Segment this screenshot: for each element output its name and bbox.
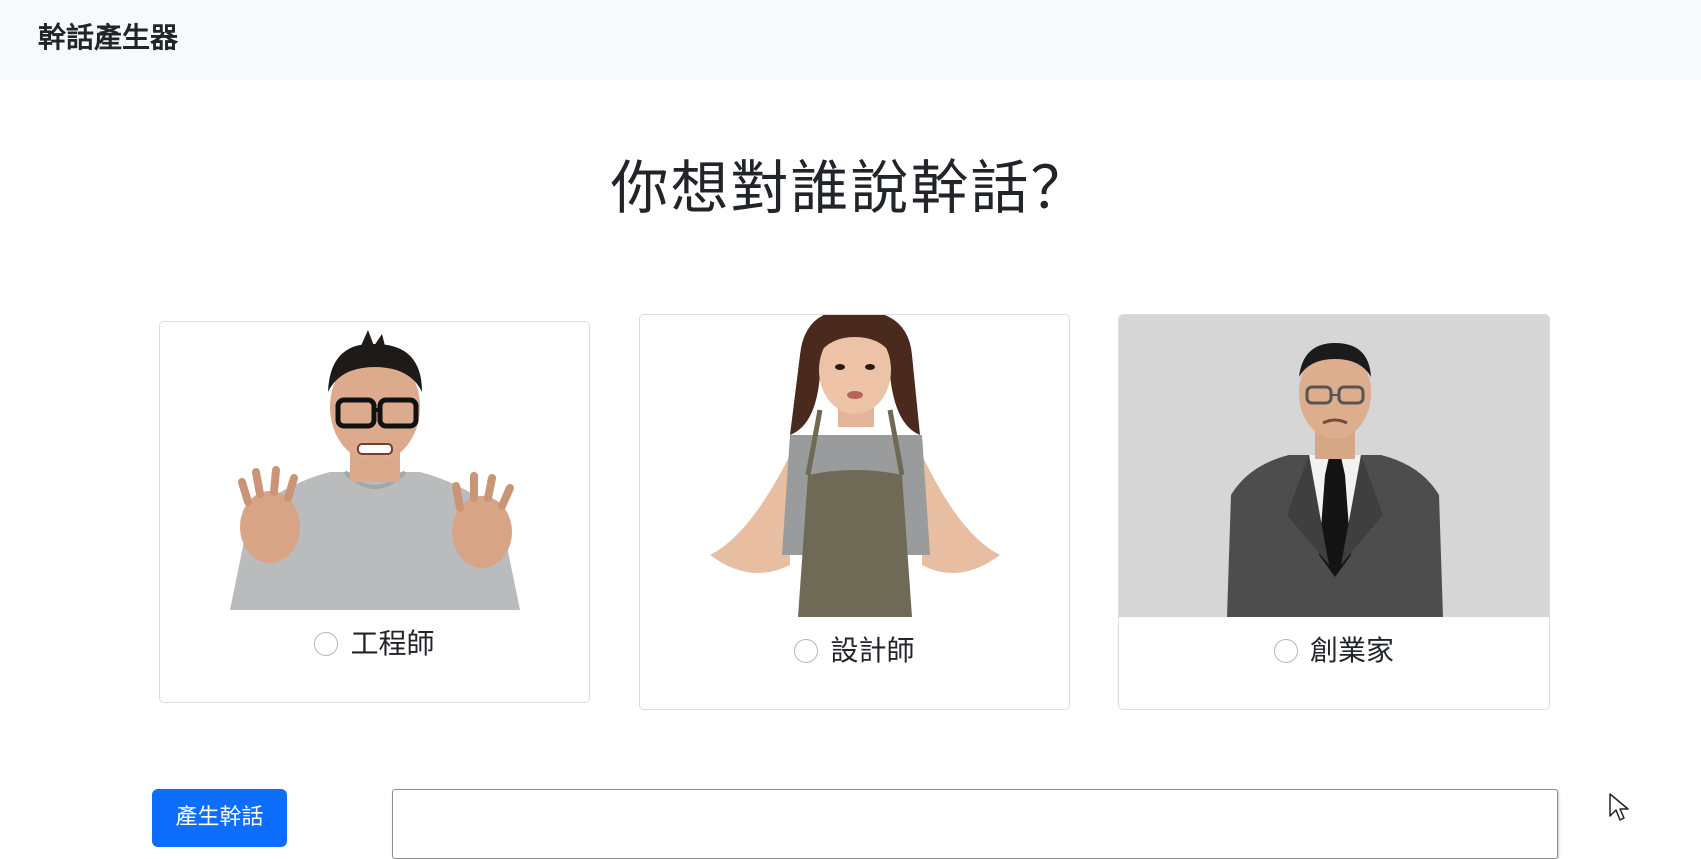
designer-photo xyxy=(640,315,1069,617)
target-option-engineer[interactable]: 工程師 xyxy=(160,622,589,666)
target-card-designer[interactable]: 設計師 xyxy=(639,314,1070,710)
target-label-entrepreneur: 創業家 xyxy=(1309,634,1394,667)
target-card-entrepreneur[interactable]: 創業家 xyxy=(1118,314,1550,710)
output-field[interactable] xyxy=(392,789,1558,859)
radio-designer[interactable] xyxy=(794,639,819,663)
generate-button[interactable]: 產生幹話 xyxy=(152,789,287,847)
navbar: 幹話產生器 xyxy=(0,0,1701,80)
radio-engineer[interactable] xyxy=(314,632,339,656)
navbar-brand[interactable]: 幹話產生器 xyxy=(38,18,178,58)
target-option-designer[interactable]: 設計師 xyxy=(640,629,1069,673)
page-title: 你想對誰說幹話？ xyxy=(610,154,1091,222)
target-card-engineer[interactable]: 工程師 xyxy=(159,321,590,703)
mouse-cursor-icon xyxy=(1609,793,1629,821)
radio-entrepreneur[interactable] xyxy=(1273,639,1298,663)
engineer-photo xyxy=(160,322,589,610)
target-label-engineer: 工程師 xyxy=(350,627,435,660)
target-option-entrepreneur[interactable]: 創業家 xyxy=(1119,629,1549,673)
entrepreneur-photo xyxy=(1119,315,1549,617)
target-label-designer: 設計師 xyxy=(830,634,915,667)
